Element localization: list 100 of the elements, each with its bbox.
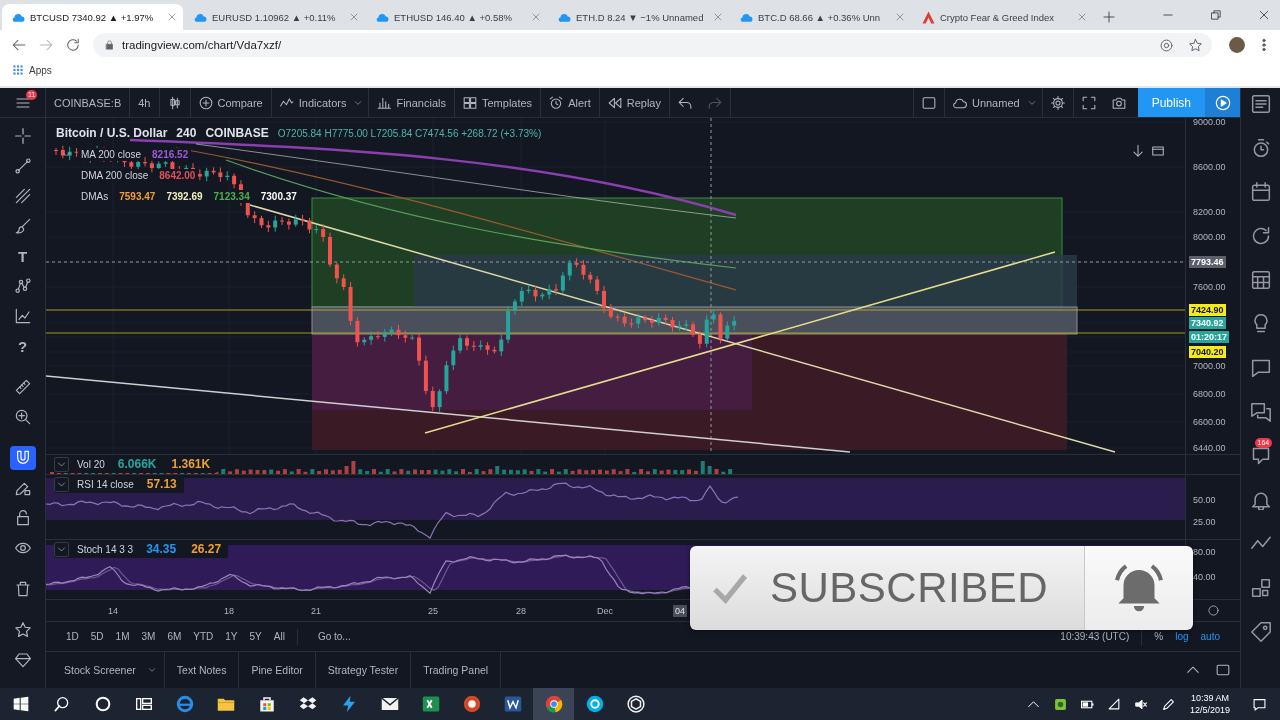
browser-tab[interactable]: EURUSD 1.10962 ▲ +0.11% bbox=[184, 4, 365, 30]
taskbar-date: 12/5/2019 bbox=[1189, 704, 1230, 716]
candles-icon[interactable] bbox=[167, 95, 182, 110]
range-button[interactable]: 5D bbox=[84, 626, 110, 647]
browser-tab[interactable]: ETH.D 8.24 ▼ −1% Unnamed bbox=[548, 4, 729, 30]
range-button[interactable]: 6M bbox=[161, 626, 188, 647]
time-label: 25 bbox=[427, 605, 439, 617]
undo-icon[interactable] bbox=[678, 95, 692, 110]
play-button[interactable] bbox=[1205, 88, 1240, 117]
panel-tab[interactable]: Stock Screener bbox=[52, 652, 148, 688]
avatar-icon[interactable] bbox=[1229, 37, 1245, 53]
layout-button[interactable]: Unnamed bbox=[944, 88, 1028, 117]
range-button[interactable]: 3M bbox=[135, 626, 162, 647]
text-tool-button[interactable]: T bbox=[9, 244, 36, 268]
star-icon[interactable] bbox=[1189, 38, 1202, 52]
bookmark-link[interactable]: Apps bbox=[29, 64, 52, 76]
camera-icon[interactable] bbox=[1111, 95, 1126, 110]
plus-circle-icon bbox=[198, 95, 213, 110]
browser-tab[interactable]: BTCUSD 7340.92 ▲ +1.97% bbox=[2, 4, 183, 30]
calendar-grid-icon[interactable] bbox=[1250, 270, 1271, 290]
trash-icon bbox=[14, 581, 31, 597]
grid-icon bbox=[463, 95, 477, 110]
scale-toggle[interactable]: auto bbox=[1194, 626, 1226, 647]
price-label: 7000.00 bbox=[1192, 360, 1227, 372]
square-icon[interactable] bbox=[921, 95, 936, 110]
address-field[interactable]: tradingview.com/chart/Vda7xzf/ bbox=[93, 33, 1212, 57]
range-button[interactable]: 5Y bbox=[243, 626, 268, 647]
signal-strength-icon[interactable] bbox=[1107, 697, 1121, 711]
envelope-icon bbox=[380, 695, 399, 713]
toolbar-button[interactable]: Financials bbox=[369, 88, 454, 117]
time-label: 14 bbox=[107, 605, 119, 617]
wave-icon bbox=[279, 95, 294, 110]
pen-icon[interactable] bbox=[1161, 697, 1175, 711]
range-button[interactable]: 1Y bbox=[219, 626, 244, 647]
crosshair-icon bbox=[14, 128, 31, 144]
toolbar-button[interactable]: Indicators bbox=[271, 88, 355, 117]
browser-tab[interactable]: ETHUSD 146.40 ▲ +0.58% bbox=[366, 4, 547, 30]
target-icon[interactable] bbox=[1160, 38, 1173, 52]
settings-icon[interactable] bbox=[1050, 95, 1065, 110]
reload-icon[interactable] bbox=[66, 38, 80, 52]
axis-label: 50.00 bbox=[1192, 494, 1217, 506]
window-icon[interactable] bbox=[1216, 663, 1230, 677]
browser-tab[interactable]: BTC.D 68.66 ▲ +0.36% Unn bbox=[730, 4, 911, 30]
task-view-icon[interactable] bbox=[135, 696, 152, 712]
toolbar-button[interactable]: Replay bbox=[599, 88, 669, 117]
price-label: 9000.00 bbox=[1192, 116, 1227, 128]
circle-icon[interactable] bbox=[1207, 605, 1219, 616]
range-button[interactable]: 1D bbox=[60, 626, 85, 647]
app-tile-icon[interactable] bbox=[1053, 697, 1067, 711]
lock-icon bbox=[14, 510, 31, 526]
toolbar-button[interactable]: Templates bbox=[455, 88, 541, 117]
chat-bubbles-icon[interactable] bbox=[1250, 402, 1271, 422]
panel-tab[interactable]: Text Notes bbox=[164, 652, 239, 688]
range-button[interactable]: YTD bbox=[187, 626, 220, 647]
list-icon[interactable] bbox=[1250, 94, 1271, 114]
bell-icon[interactable] bbox=[1250, 490, 1271, 510]
url-text: tradingview.com/chart/Vda7xzf/ bbox=[122, 39, 282, 51]
notifications-icon[interactable] bbox=[1253, 697, 1266, 711]
chat-icon[interactable] bbox=[1250, 358, 1271, 378]
new-tab-icon[interactable] bbox=[1103, 11, 1115, 23]
help-button[interactable]: ? bbox=[9, 334, 36, 358]
caret-icon[interactable] bbox=[354, 98, 363, 107]
windows-logo-icon[interactable] bbox=[12, 696, 29, 712]
panel-tab[interactable]: Pine Editor bbox=[239, 652, 315, 688]
comment-icon[interactable] bbox=[1250, 446, 1271, 466]
trend-line-icon bbox=[14, 158, 31, 174]
go-to-button[interactable]: Go to... bbox=[311, 626, 357, 647]
range-button[interactable]: 1M bbox=[109, 626, 136, 647]
tag-icon[interactable] bbox=[1250, 622, 1271, 642]
refresh-icon[interactable] bbox=[1250, 226, 1271, 246]
panel-tab[interactable]: Trading Panel bbox=[411, 652, 501, 688]
panel-tab[interactable]: Strategy Tester bbox=[315, 652, 411, 688]
back-icon[interactable] bbox=[12, 38, 26, 52]
range-button[interactable]: All bbox=[267, 626, 291, 647]
price-label: 8600.00 bbox=[1192, 161, 1227, 173]
time-label: 28 bbox=[515, 605, 527, 617]
caret-icon[interactable] bbox=[1027, 98, 1036, 107]
close-icon[interactable] bbox=[168, 13, 176, 21]
restore-icon[interactable] bbox=[1211, 10, 1221, 20]
toolbar-button[interactable]: Compare bbox=[190, 88, 271, 117]
calendar-icon[interactable] bbox=[1250, 182, 1271, 202]
speaker-icon[interactable] bbox=[1134, 697, 1148, 711]
scale-toggle[interactable]: log bbox=[1169, 626, 1195, 647]
axis-label: 80.00 bbox=[1192, 546, 1217, 558]
caret-icon[interactable] bbox=[147, 666, 156, 674]
browser-tab[interactable]: Crypto Fear & Greed Index bbox=[912, 4, 1093, 30]
taskbar-time: 10:39 AM bbox=[1190, 692, 1229, 704]
tool-button[interactable] bbox=[9, 446, 36, 470]
interval-button[interactable]: 4h bbox=[130, 88, 159, 117]
toolbar-button[interactable]: Alert bbox=[541, 88, 599, 117]
scale-toggle[interactable]: % bbox=[1148, 626, 1170, 647]
symbol-button[interactable]: COINBASE:B bbox=[46, 88, 130, 117]
fullscreen-icon[interactable] bbox=[1081, 95, 1096, 110]
pattern-nodes-icon bbox=[14, 278, 31, 294]
ruler-icon bbox=[14, 379, 31, 395]
gem-icon bbox=[14, 652, 31, 668]
ring-icon[interactable] bbox=[94, 696, 111, 712]
close-icon[interactable] bbox=[1259, 10, 1269, 20]
search-icon[interactable] bbox=[53, 696, 70, 712]
squares-icon[interactable] bbox=[1250, 578, 1271, 598]
